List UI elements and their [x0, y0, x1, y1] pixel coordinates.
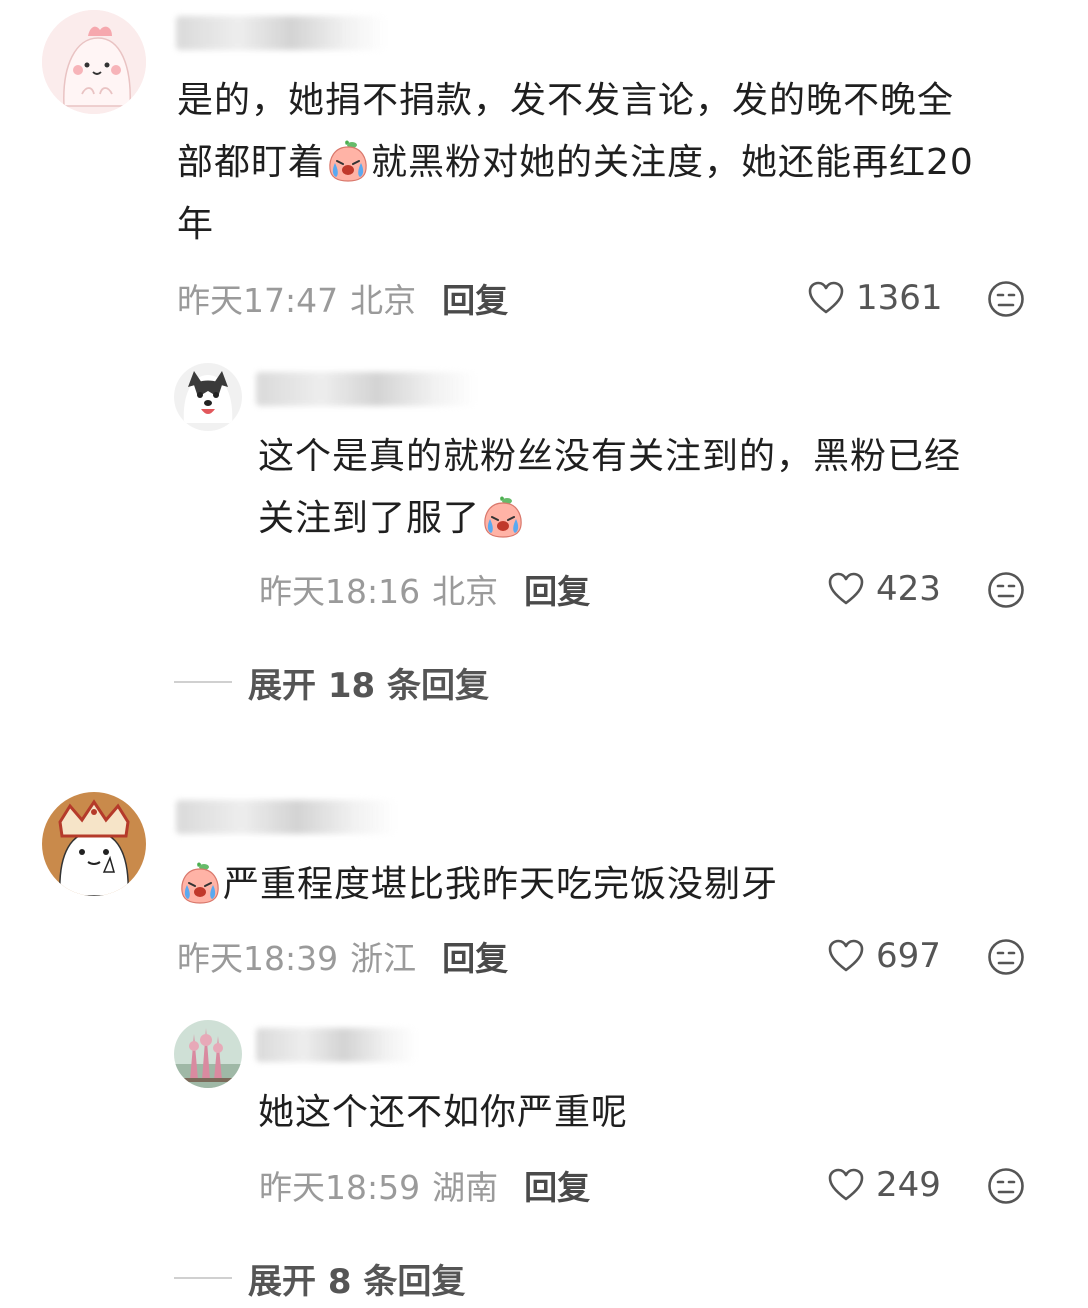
comment-text: 严重程度堪比我昨天吃完饭没剔牙 — [177, 854, 1047, 916]
reply-button[interactable]: 回复 — [524, 565, 590, 613]
timestamp: 昨天18:39 — [177, 939, 339, 978]
reply-button[interactable]: 回复 — [524, 1161, 590, 1209]
like-button[interactable]: 423 — [826, 567, 941, 611]
divider — [174, 681, 232, 683]
reply-button[interactable]: 回复 — [442, 932, 508, 980]
dislike-button[interactable] — [987, 938, 1025, 976]
dislike-button[interactable] — [987, 280, 1025, 318]
meh-face-icon — [987, 571, 1025, 609]
like-button[interactable]: 697 — [826, 934, 941, 978]
username-blurred[interactable] — [176, 800, 396, 834]
reply-meta: 昨天18:16 北京 回复 — [259, 567, 590, 611]
dislike-button[interactable] — [987, 1167, 1025, 1205]
meh-face-icon — [987, 1167, 1025, 1205]
heart-outline-icon — [826, 936, 866, 976]
meh-face-icon — [987, 938, 1025, 976]
reply-text: 这个是真的就粉丝没有关注到的，黑粉已经 关注到了服了 — [258, 436, 962, 539]
heart-outline-icon — [806, 278, 846, 318]
timestamp: 昨天18:16 — [259, 572, 421, 611]
like-count: 1361 — [856, 278, 943, 318]
like-count: 249 — [876, 1165, 941, 1205]
crying-peach-emoji-icon — [481, 495, 525, 539]
avatar[interactable] — [174, 363, 242, 431]
avatar[interactable] — [42, 792, 146, 896]
location: 北京 — [350, 281, 417, 320]
heart-outline-icon — [826, 1165, 866, 1205]
timestamp: 昨天17:47 — [177, 281, 339, 320]
location: 北京 — [432, 572, 499, 611]
like-count: 423 — [876, 569, 941, 609]
meh-face-icon — [987, 280, 1025, 318]
reply-text: 她这个还不如你严重呢 — [258, 1092, 629, 1133]
avatar[interactable] — [174, 1020, 242, 1088]
comment-meta: 昨天17:47 北京 回复 — [177, 276, 508, 320]
reply-meta: 昨天18:59 湖南 回复 — [259, 1163, 590, 1207]
avatar[interactable] — [42, 10, 146, 114]
expand-replies-button[interactable]: 展开 18 条回复 — [174, 660, 489, 706]
husky-dog-avatar-icon — [174, 363, 242, 431]
painting-avatar-icon — [174, 1020, 242, 1088]
like-count: 697 — [876, 936, 941, 976]
comment-meta: 昨天18:39 浙江 回复 — [177, 934, 508, 978]
comment-text: 是的，她捐不捐款，发不发言论，发的晚不晚全 部都盯着 就黑粉对她的关注度，她还能再… — [177, 80, 974, 245]
username-blurred[interactable] — [176, 16, 386, 50]
location: 湖南 — [432, 1168, 499, 1207]
expand-label: 展开 8 条回复 — [248, 1261, 466, 1302]
username-blurred[interactable] — [256, 372, 476, 406]
location: 浙江 — [350, 939, 417, 978]
dislike-button[interactable] — [987, 571, 1025, 609]
crying-peach-emoji-icon — [178, 861, 222, 905]
crying-peach-emoji-icon — [326, 139, 370, 183]
divider — [174, 1277, 232, 1279]
crowned-cat-avatar-icon — [42, 792, 146, 896]
expand-replies-button[interactable]: 展开 8 条回复 — [174, 1256, 466, 1302]
username-blurred[interactable] — [256, 1028, 416, 1062]
pink-character-avatar-icon — [42, 10, 146, 114]
like-button[interactable]: 1361 — [806, 276, 943, 320]
timestamp: 昨天18:59 — [259, 1168, 421, 1207]
heart-outline-icon — [826, 569, 866, 609]
like-button[interactable]: 249 — [826, 1163, 941, 1207]
reply-button[interactable]: 回复 — [442, 274, 508, 322]
expand-label: 展开 18 条回复 — [248, 665, 489, 706]
